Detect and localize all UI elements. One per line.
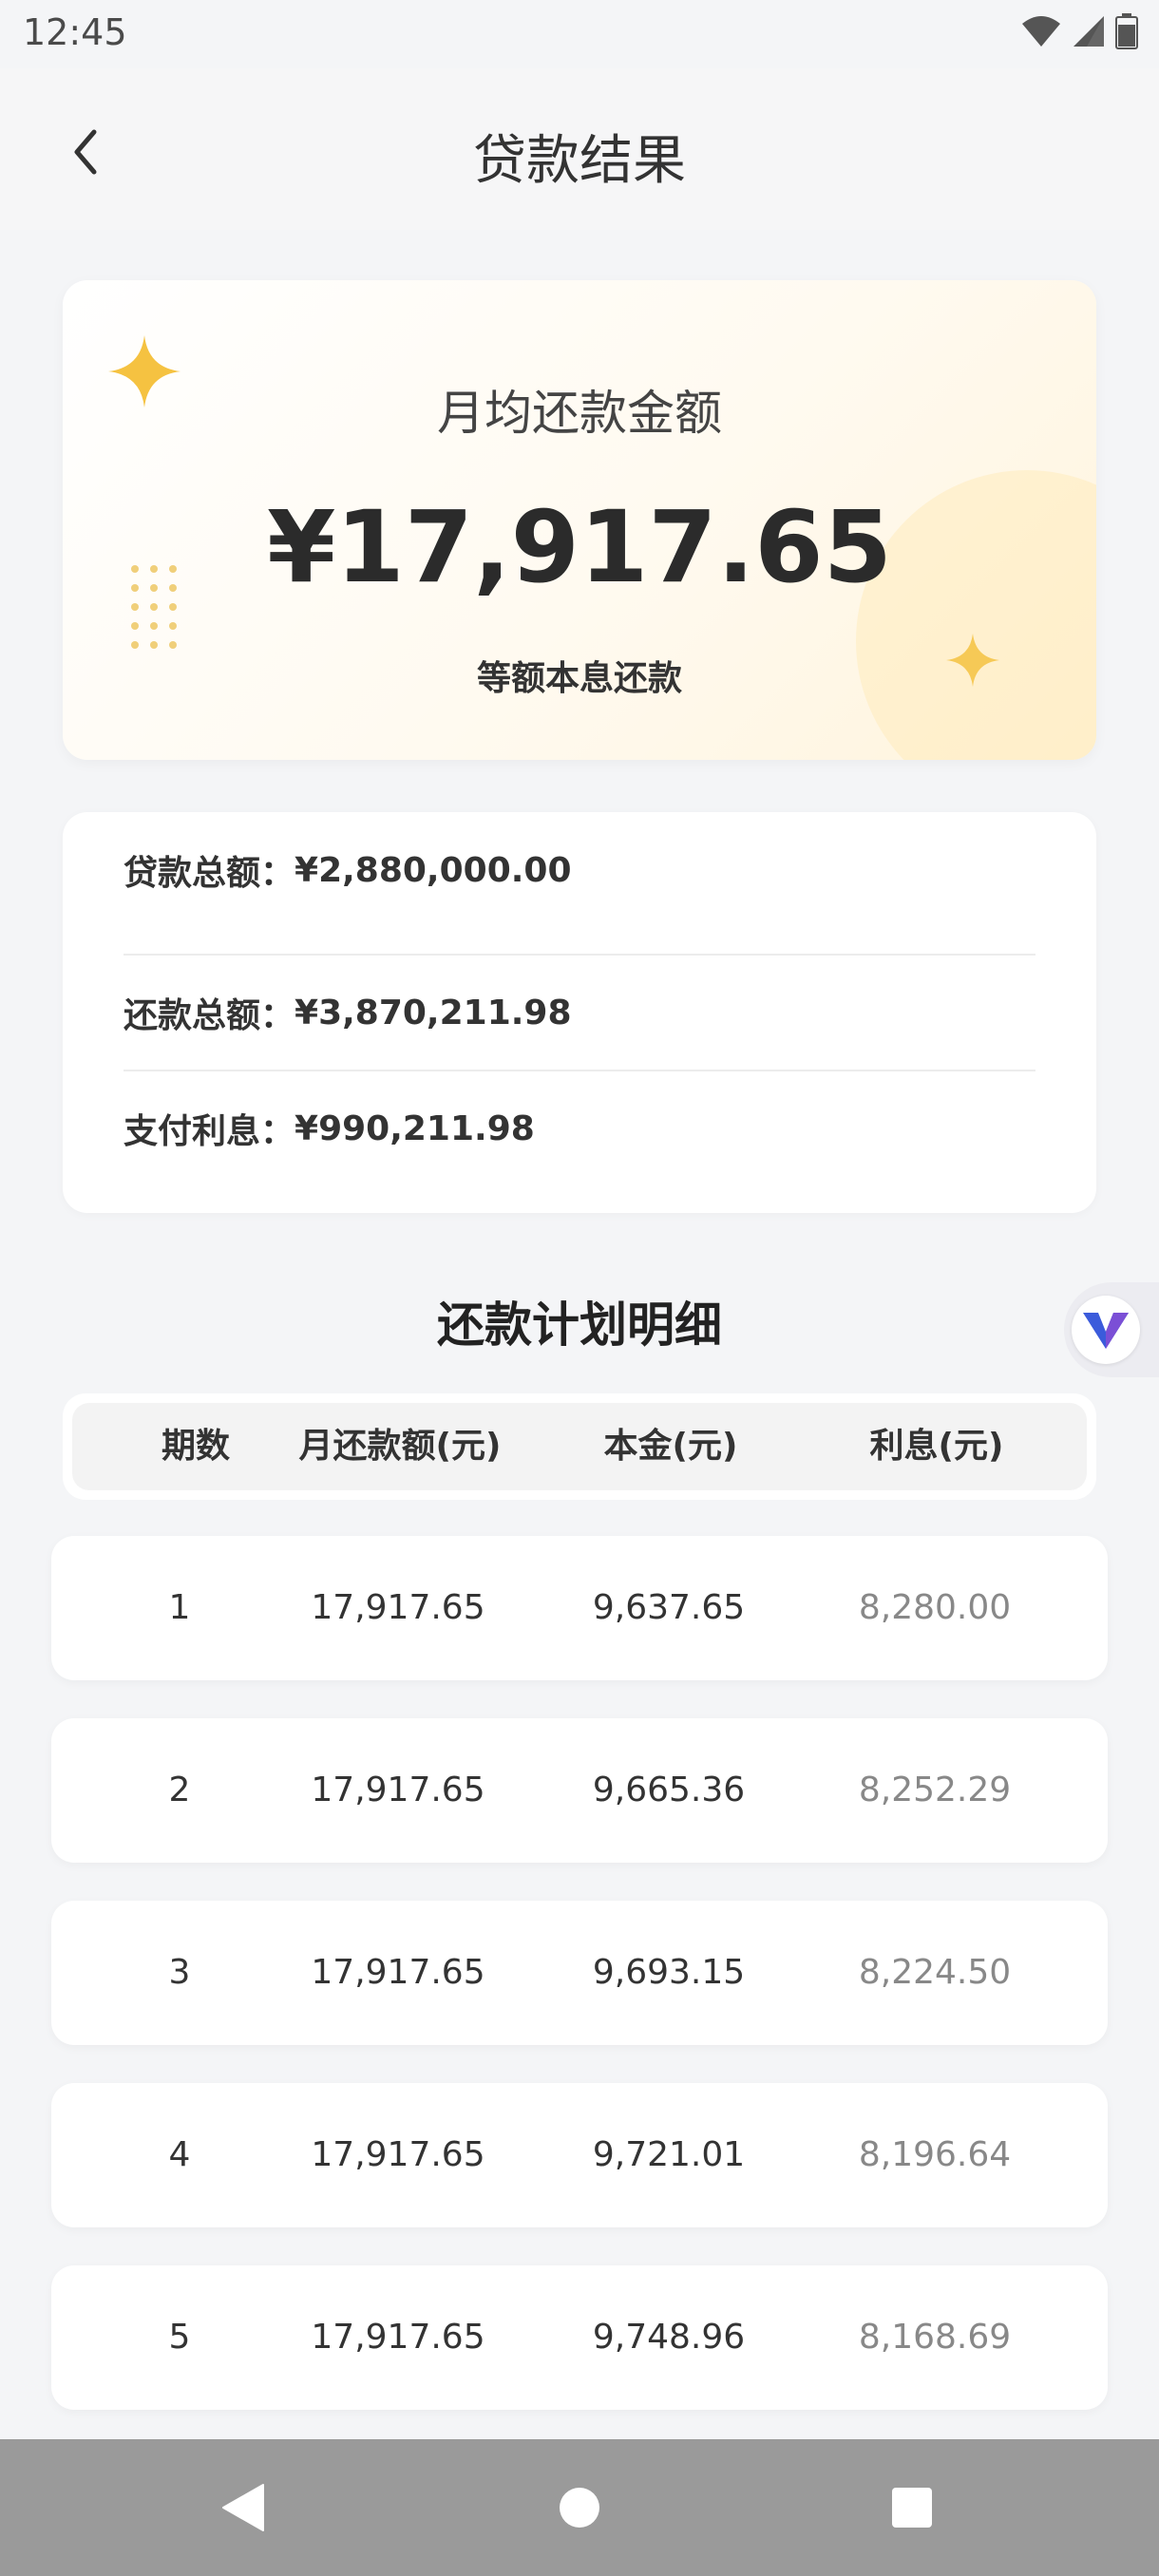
status-icons — [1020, 13, 1138, 49]
nav-home-button[interactable] — [522, 2439, 636, 2576]
summary-label: 支付利息： — [124, 1112, 295, 1151]
summary-row-total-loan: 贷款总额： ¥2,880,000.00 — [124, 812, 1036, 928]
summary-label: 还款总额： — [124, 996, 295, 1035]
repayment-method: 等额本息还款 — [476, 659, 682, 698]
cell-payment: 17,917.65 — [311, 1771, 485, 1809]
cell-payment: 17,917.65 — [311, 1588, 485, 1627]
loan-summary-card: 贷款总额： ¥2,880,000.00 还款总额： ¥3,870,211.98 … — [63, 812, 1096, 1213]
nav-recent-button[interactable] — [855, 2439, 969, 2576]
cell-interest: 8,252.29 — [858, 1771, 1012, 1809]
summary-label: 贷款总额： — [124, 854, 295, 893]
cell-payment: 17,917.65 — [311, 2135, 485, 2174]
cell-interest: 8,280.00 — [858, 1588, 1012, 1627]
column-header-period: 期数 — [161, 1427, 230, 1466]
schedule-title: 还款计划明细 — [437, 1297, 722, 1353]
cell-period: 4 — [168, 2135, 191, 2174]
header-bar: 贷款结果 — [0, 68, 1159, 230]
table-header-bar: 期数 月还款额(元) 本金(元) 利息(元) — [72, 1403, 1087, 1490]
monthly-payment-amount: ¥17,917.65 — [267, 489, 892, 605]
battery-icon — [1115, 13, 1138, 49]
cell-principal: 9,665.36 — [592, 1771, 746, 1809]
cell-payment: 17,917.65 — [311, 2318, 485, 2357]
system-nav-bar — [0, 2439, 1159, 2576]
column-header-payment: 月还款额(元) — [298, 1427, 502, 1466]
status-bar: 12:45 — [0, 0, 1159, 68]
cell-principal: 9,693.15 — [592, 1953, 746, 1992]
circle-home-icon — [560, 2488, 599, 2528]
table-row: 1 17,917.65 9,637.65 8,280.00 — [51, 1536, 1108, 1680]
cell-principal: 9,637.65 — [592, 1588, 746, 1627]
table-row: 5 17,917.65 9,748.96 8,168.69 — [51, 2265, 1108, 2410]
summary-row-interest: 支付利息： ¥990,211.98 — [124, 1070, 1036, 1186]
wifi-icon — [1022, 16, 1060, 47]
schedule-table-header: 期数 月还款额(元) 本金(元) 利息(元) — [63, 1393, 1096, 1500]
column-header-principal: 本金(元) — [603, 1427, 738, 1466]
cell-principal: 9,748.96 — [592, 2318, 746, 2357]
table-row: 2 17,917.65 9,665.36 8,252.29 — [51, 1718, 1108, 1863]
cell-interest: 8,196.64 — [858, 2135, 1012, 2174]
column-header-interest: 利息(元) — [869, 1427, 1004, 1466]
summary-value: ¥990,211.98 — [294, 1108, 535, 1148]
page-title: 贷款结果 — [473, 130, 686, 192]
cell-interest: 8,168.69 — [858, 2318, 1012, 2357]
cell-period: 3 — [168, 1953, 191, 1992]
triangle-back-icon — [222, 2484, 264, 2531]
summary-value: ¥2,880,000.00 — [294, 850, 572, 890]
cell-period: 5 — [168, 2318, 191, 2357]
table-row: 4 17,917.65 9,721.01 8,196.64 — [51, 2083, 1108, 2227]
cell-payment: 17,917.65 — [311, 1953, 485, 1992]
monthly-payment-label: 月均还款金额 — [437, 386, 722, 441]
cell-period: 2 — [168, 1771, 191, 1809]
cell-interest: 8,224.50 — [858, 1953, 1012, 1992]
cell-principal: 9,721.01 — [592, 2135, 746, 2174]
nav-back-button[interactable] — [185, 2439, 299, 2576]
status-time: 12:45 — [23, 11, 127, 53]
table-row: 3 17,917.65 9,693.15 8,224.50 — [51, 1901, 1108, 2045]
signal-icon — [1074, 16, 1104, 47]
cell-period: 1 — [168, 1588, 191, 1627]
summary-value: ¥3,870,211.98 — [294, 993, 572, 1032]
summary-row-total-repayment: 还款总额： ¥3,870,211.98 — [124, 955, 1036, 1070]
monthly-payment-card: 月均还款金额 ¥17,917.65 等额本息还款 — [63, 280, 1096, 760]
square-recent-icon — [892, 2488, 932, 2528]
